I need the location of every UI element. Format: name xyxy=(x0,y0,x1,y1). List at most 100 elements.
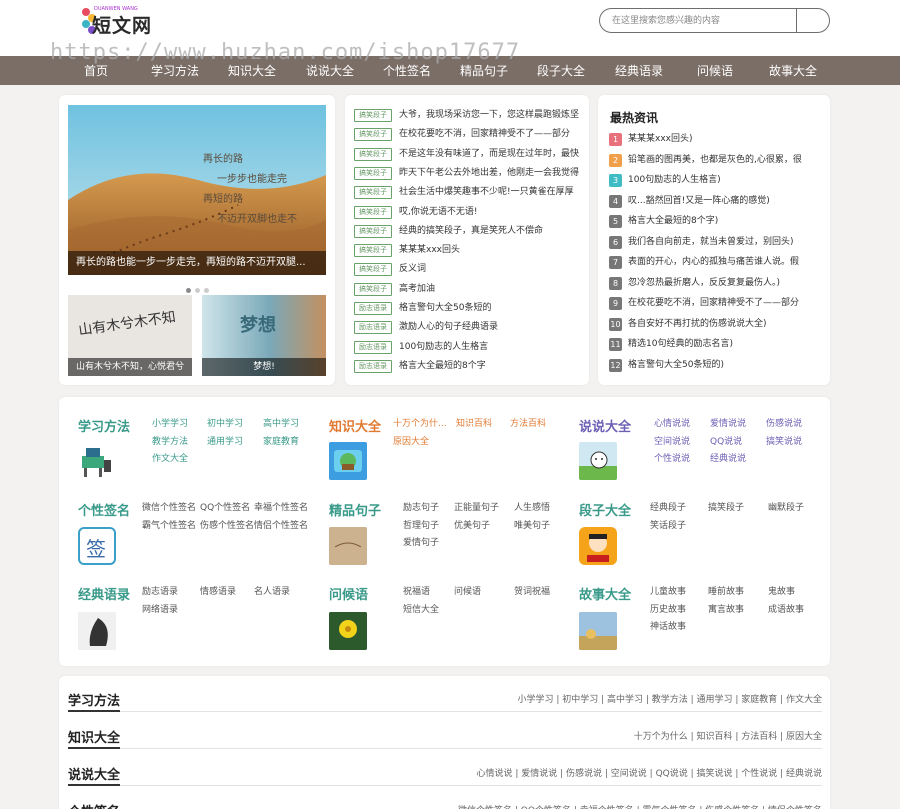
joke-tag[interactable]: 搞笑段子 xyxy=(354,263,392,277)
section-title[interactable]: 说说大全 xyxy=(68,764,120,783)
joke-item[interactable]: 搞笑段子 社会生活中爆笑趣事不少呢!一只黄雀在厚厚 xyxy=(354,185,582,200)
joke-tag[interactable]: 励志语录 xyxy=(354,340,392,354)
joke-tag[interactable]: 搞笑段子 xyxy=(354,186,392,200)
category-link[interactable]: 搞笑段子 xyxy=(708,500,744,513)
joke-title[interactable]: 经典的搞笑段子，真是笑死人不偿命 xyxy=(399,224,582,238)
hot-item-title[interactable]: 叹...豁然回首!又是一阵心痛的感觉) xyxy=(628,194,822,209)
category-link[interactable]: 初中学习 xyxy=(207,416,243,429)
category-link[interactable]: 网络语录 xyxy=(142,602,178,615)
nav-item-home[interactable]: 首页 xyxy=(84,56,108,85)
category-link[interactable]: 搞笑说说 xyxy=(766,434,802,447)
hot-item-title[interactable]: 铅笔画的图再美，也都是灰色的,心很累，很 xyxy=(628,153,822,168)
nav-item-jokes[interactable]: 段子大全 xyxy=(537,56,585,85)
category-link[interactable]: 微信个性签名 xyxy=(142,500,196,513)
category-title[interactable]: 精品句子 xyxy=(329,500,381,519)
joke-tag[interactable]: 励志语录 xyxy=(354,321,392,335)
nav-item-knowledge[interactable]: 知识大全 xyxy=(228,56,276,85)
category-link[interactable]: 经典段子 xyxy=(650,500,686,513)
hot-item[interactable]: 9 在校花要吃不消，回家精神受不了——部分 xyxy=(609,296,821,310)
section-links[interactable]: 小学学习 | 初中学习 | 高中学习 | 教学方法 | 通用学习 | 家庭教育 … xyxy=(517,692,822,705)
slider-image[interactable]: 再长的路 一步步也能走完 再短的路 不迈开双脚也走不 再长的路也能一步一步走完，… xyxy=(68,105,326,275)
category-link[interactable]: 优美句子 xyxy=(454,518,490,531)
hot-item[interactable]: 4 叹...豁然回首!又是一阵心痛的感觉) xyxy=(609,194,821,208)
category-link[interactable]: 伤感说说 xyxy=(766,416,802,429)
hot-item[interactable]: 5 格言大全最短的8个字) xyxy=(609,214,821,228)
category-link[interactable]: 通用学习 xyxy=(207,434,243,447)
nav-item-stories[interactable]: 故事大全 xyxy=(769,56,817,85)
category-link[interactable]: 哲理句子 xyxy=(403,518,439,531)
category-link[interactable]: 霸气个性签名 xyxy=(142,518,196,531)
section-title[interactable]: 知识大全 xyxy=(68,727,120,746)
joke-title[interactable]: 昨天下午老公去外地出差，他刚走一会我觉得 xyxy=(399,166,582,180)
joke-tag[interactable]: 搞笑段子 xyxy=(354,128,392,142)
category-link[interactable]: 正能量句子 xyxy=(454,500,499,513)
section-title[interactable]: 学习方法 xyxy=(68,690,120,709)
joke-title[interactable]: 社会生活中爆笑趣事不少呢!一只黄雀在厚厚 xyxy=(399,185,582,199)
category-link[interactable]: 历史故事 xyxy=(650,602,686,615)
joke-title[interactable]: 100句励志的人生格言 xyxy=(399,340,582,354)
hot-item[interactable]: 10 各自安好不再打扰的伤感说说大全) xyxy=(609,317,821,331)
joke-item[interactable]: 搞笑段子 昨天下午老公去外地出差，他刚走一会我觉得 xyxy=(354,166,580,180)
category-link[interactable]: 心情说说 xyxy=(654,416,690,429)
joke-title[interactable]: 格言大全最短的8个字 xyxy=(399,359,582,373)
hot-item[interactable]: 3 100句励志的人生格言) xyxy=(609,173,821,187)
joke-tag[interactable]: 搞笑段子 xyxy=(354,244,392,258)
category-link[interactable]: 小学学习 xyxy=(152,416,188,429)
category-link[interactable]: 神话故事 xyxy=(650,619,686,632)
category-title[interactable]: 段子大全 xyxy=(579,500,631,519)
hot-item-title[interactable]: 各自安好不再打扰的伤感说说大全) xyxy=(628,317,822,332)
category-link[interactable]: 成语故事 xyxy=(768,602,804,615)
hot-item[interactable]: 2 铅笔画的图再美，也都是灰色的,心很累，很 xyxy=(609,153,821,167)
hot-item[interactable]: 1 某某某xxx回头) xyxy=(609,132,821,146)
site-logo[interactable]: DUANWEN WANG 短文网 xyxy=(82,6,152,40)
joke-item[interactable]: 搞笑段子 在校花要吃不消，回家精神受不了——部分 xyxy=(354,127,580,142)
hot-item-title[interactable]: 精选10句经典的励志名言) xyxy=(628,337,822,352)
joke-item[interactable]: 搞笑段子 不是这年没有味道了，而是现在过年时，最快 xyxy=(354,147,580,161)
hot-item-title[interactable]: 格言警句大全50条短的) xyxy=(628,358,822,373)
category-link[interactable]: 短信大全 xyxy=(403,602,439,615)
section-links[interactable]: 心情说说 | 爱情说说 | 伤感说说 | 空间说说 | QQ说说 | 搞笑说说 … xyxy=(477,766,822,779)
nav-item-study[interactable]: 学习方法 xyxy=(151,56,199,85)
hot-item-title[interactable]: 某某某xxx回头) xyxy=(628,132,822,147)
category-link[interactable]: QQ说说 xyxy=(710,434,742,447)
nav-item-signature[interactable]: 个性签名 xyxy=(383,56,431,85)
category-link[interactable]: 方法百科 xyxy=(510,416,546,429)
thumb-caption[interactable]: 山有木兮木不知，心悦君兮 xyxy=(68,358,192,376)
category-title[interactable]: 说说大全 xyxy=(579,416,631,435)
slider-caption[interactable]: 再长的路也能一步一步走完，再短的路不迈开双腿... xyxy=(68,251,326,275)
category-link[interactable]: 高中学习 xyxy=(263,416,299,429)
joke-item[interactable]: 励志语录 格言大全最短的8个字 xyxy=(354,359,580,373)
category-link[interactable]: 家庭教育 xyxy=(263,434,299,447)
category-link[interactable]: 励志句子 xyxy=(403,500,439,513)
category-title[interactable]: 个性签名 xyxy=(78,500,130,519)
category-link[interactable]: 知识百科 xyxy=(456,416,492,429)
joke-item[interactable]: 搞笑段子 高考加油 xyxy=(354,282,580,296)
category-link[interactable]: 教学方法 xyxy=(152,434,188,447)
joke-item[interactable]: 搞笑段子 反义词 xyxy=(354,262,580,277)
joke-item[interactable]: 励志语录 激励人心的句子经典语录 xyxy=(354,320,580,335)
joke-title[interactable]: 大爷，我现场采访您一下，您这样晨跑锻炼坚 xyxy=(399,108,582,122)
category-link[interactable]: 睡前故事 xyxy=(708,584,744,597)
category-link[interactable]: 鬼故事 xyxy=(768,584,795,597)
category-link[interactable]: 经典说说 xyxy=(710,451,746,464)
hot-item-title[interactable]: 忽冷忽热最折磨人，反反复复最伤人。) xyxy=(628,276,822,291)
slider-dot[interactable] xyxy=(195,288,200,293)
category-link[interactable]: 伤感个性签名 xyxy=(200,518,254,531)
category-link[interactable]: 十万个为什... xyxy=(393,416,447,429)
category-title[interactable]: 问候语 xyxy=(329,584,368,603)
joke-item[interactable]: 搞笑段子 大爷，我现场采访您一下，您这样晨跑锻炼坚 xyxy=(354,108,580,122)
hot-item-title[interactable]: 100句励志的人生格言) xyxy=(628,173,822,188)
thumb-card-poem[interactable]: 山有木兮木不知 山有木兮木不知，心悦君兮 xyxy=(68,295,192,376)
hot-item-title[interactable]: 表面的开心，内心的孤独与痛苦谁人说。假 xyxy=(628,255,822,270)
section-title[interactable]: 个性签名 xyxy=(68,801,120,809)
category-link[interactable]: 祝福语 xyxy=(403,584,430,597)
category-link[interactable]: 励志语录 xyxy=(142,584,178,597)
nav-item-quotes[interactable]: 经典语录 xyxy=(615,56,663,85)
hot-item[interactable]: 8 忽冷忽热最折磨人，反反复复最伤人。) xyxy=(609,276,821,290)
search-input[interactable] xyxy=(612,9,792,32)
joke-item[interactable]: 励志语录 100句励志的人生格言 xyxy=(354,340,580,354)
category-link[interactable]: 名人语录 xyxy=(254,584,290,597)
nav-item-shuoshuo[interactable]: 说说大全 xyxy=(306,56,354,85)
thumb-caption[interactable]: 梦想! xyxy=(202,358,326,376)
nav-item-sentences[interactable]: 精品句子 xyxy=(460,56,508,85)
